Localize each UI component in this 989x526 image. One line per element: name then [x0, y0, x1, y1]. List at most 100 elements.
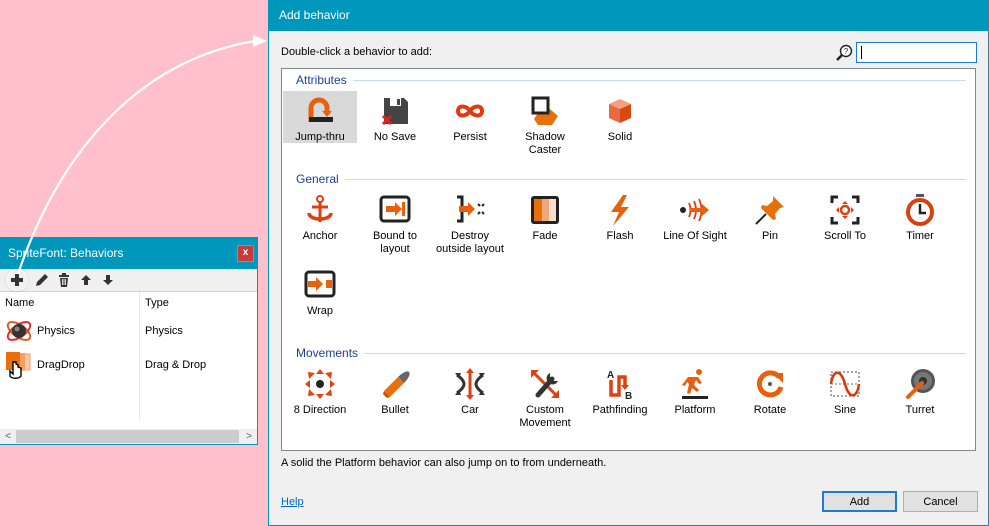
move-up-button[interactable]: [78, 272, 94, 288]
group-header-attributes: Attributes: [296, 73, 966, 87]
behavior-item-anchor[interactable]: Anchor: [283, 190, 357, 260]
svg-text:?: ?: [844, 47, 849, 56]
scroll-right-button[interactable]: >: [241, 431, 257, 442]
delete-icon: [59, 273, 69, 287]
dragdrop-icon: [6, 352, 31, 379]
item-label: Anchor: [302, 230, 338, 242]
edit-icon: [36, 274, 48, 286]
behavior-item-rotate[interactable]: Rotate: [733, 364, 807, 434]
scroll-left-button[interactable]: <: [0, 431, 16, 442]
group-header-label: General: [296, 172, 339, 186]
column-header-name[interactable]: Name: [5, 297, 34, 309]
sine-icon: [829, 371, 861, 397]
jump-thru-icon: [308, 97, 333, 122]
behavior-item-platform[interactable]: Platform: [658, 364, 732, 434]
item-label: Bullet: [381, 404, 409, 416]
behavior-item-bullet[interactable]: Bullet: [358, 364, 432, 434]
panel-titlebar: SpriteFont: Behaviors x: [0, 238, 257, 269]
item-label: Destroy outside layout: [436, 230, 504, 255]
behavior-item-scroll-to[interactable]: Scroll To: [808, 190, 882, 260]
rotate-icon: [756, 370, 784, 398]
move-down-button[interactable]: [100, 272, 116, 288]
behavior-item-timer[interactable]: Timer: [883, 190, 957, 260]
item-label: Line Of Sight: [663, 230, 727, 242]
behavior-item-shadow-caster[interactable]: Shadow Caster: [508, 91, 582, 161]
item-label: Rotate: [753, 404, 787, 416]
item-label: Platform: [674, 404, 716, 416]
shadow-caster-icon: [531, 96, 558, 125]
behavior-item-flash[interactable]: Flash: [583, 190, 657, 260]
line-of-sight-icon: [680, 198, 709, 222]
pin-icon: [755, 196, 784, 225]
behavior-item-wrap[interactable]: Wrap: [283, 265, 357, 335]
item-label: 8 Direction: [293, 404, 347, 416]
pathfinding-icon: AB: [607, 370, 632, 401]
help-link[interactable]: Help: [281, 496, 304, 508]
behavior-description: A solid the Platform behavior can also j…: [281, 457, 607, 469]
close-button[interactable]: x: [237, 245, 254, 262]
table-row[interactable]: Physics Physics: [0, 316, 257, 348]
move-down-icon: [103, 275, 113, 285]
behavior-item-fade[interactable]: Fade: [508, 190, 582, 260]
bullet-icon: [383, 371, 410, 398]
behavior-item-line-of-sight[interactable]: Line Of Sight: [658, 190, 732, 260]
cancel-button[interactable]: Cancel: [903, 491, 978, 512]
item-label: No Save: [373, 131, 417, 143]
behavior-item-sine[interactable]: Sine: [808, 364, 882, 434]
item-label: Bound to layout: [372, 230, 418, 255]
behavior-item-pathfinding[interactable]: AB Pathfinding: [583, 364, 657, 434]
turret-icon: [906, 369, 935, 399]
table-row[interactable]: DragDrop Drag & Drop: [0, 350, 257, 382]
wrap-icon: [304, 270, 336, 298]
horizontal-scrollbar[interactable]: < >: [0, 429, 257, 444]
bound-to-layout-icon: [379, 195, 411, 223]
row-name: DragDrop: [37, 359, 85, 371]
group-header-label: Attributes: [296, 73, 347, 87]
platform-icon: [682, 369, 708, 399]
behavior-item-destroy-outside-layout[interactable]: Destroy outside layout: [433, 190, 507, 260]
item-label: Timer: [906, 230, 934, 242]
search-input[interactable]: [856, 42, 977, 63]
column-header-type[interactable]: Type: [145, 297, 169, 309]
behaviors-panel: SpriteFont: Behaviors x Name Type Physic…: [0, 237, 258, 445]
panel-title: SpriteFont: Behaviors: [8, 246, 124, 260]
behavior-item-turret[interactable]: Turret: [883, 364, 957, 434]
car-icon: [455, 368, 485, 400]
group-header-label: Movements: [296, 346, 359, 360]
instruction-text: Double-click a behavior to add:: [281, 46, 433, 58]
item-label: Wrap: [306, 305, 334, 317]
group-divider: [364, 352, 966, 354]
anchor-icon: [307, 195, 333, 222]
behavior-item-custom-movement[interactable]: Custom Movement: [508, 364, 582, 434]
solid-icon: [609, 99, 631, 123]
panel-toolbar: [0, 269, 257, 292]
physics-icon: [6, 321, 32, 341]
item-label: Fade: [532, 230, 558, 242]
add-button[interactable]: Add: [822, 491, 897, 512]
behavior-item-jump-thru[interactable]: Jump-thru: [283, 91, 357, 143]
item-label: Jump-thru: [295, 131, 345, 143]
behavior-item-pin[interactable]: Pin: [733, 190, 807, 260]
scroll-to-icon: [830, 195, 860, 225]
destroy-outside-layout-icon: [457, 195, 485, 223]
item-label: Pin: [762, 230, 778, 242]
edit-behavior-button[interactable]: [34, 272, 50, 288]
add-behavior-dialog: Add behavior Double-click a behavior to …: [268, 0, 989, 526]
behavior-item-car[interactable]: Car: [433, 364, 507, 434]
behavior-item-bound-to-layout[interactable]: Bound to layout: [358, 190, 432, 260]
behavior-item-8-direction[interactable]: 8 Direction: [283, 364, 357, 434]
behavior-item-persist[interactable]: Persist: [433, 91, 507, 161]
dialog-title: Add behavior: [279, 8, 350, 22]
scrollbar-thumb[interactable]: [16, 430, 239, 443]
behavior-item-solid[interactable]: Solid: [583, 91, 657, 161]
eight-direction-icon: [305, 369, 335, 399]
item-label: Pathfinding: [592, 404, 648, 416]
add-behavior-button[interactable]: [6, 269, 28, 291]
persist-icon: [455, 104, 485, 118]
delete-behavior-button[interactable]: [56, 272, 72, 288]
group-header-general: General: [296, 172, 966, 186]
behavior-item-no-save[interactable]: No Save: [358, 91, 432, 161]
group-divider: [344, 178, 966, 180]
flash-icon: [611, 195, 629, 226]
svg-text:A: A: [607, 370, 614, 381]
